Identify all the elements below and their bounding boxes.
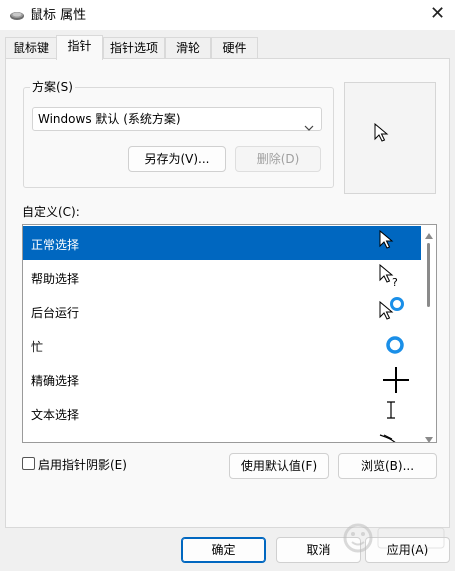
arrow-cursor-icon (379, 229, 395, 253)
pointer-shadow-checkbox[interactable] (22, 457, 35, 470)
scroll-thumb[interactable] (427, 243, 430, 307)
scroll-up-icon[interactable] (425, 228, 433, 242)
arrow-cursor-icon (374, 122, 390, 146)
scheme-group-label: 方案(S) (30, 78, 75, 95)
window-title: 鼠标 属性 (30, 8, 87, 23)
tab-strip: 鼠标键 指针 指针选项 滑轮 硬件 (0, 35, 455, 60)
tab-pointer-options[interactable]: 指针选项 (103, 37, 165, 59)
busy-cursor-icon (385, 335, 405, 358)
list-scrollbar[interactable] (422, 225, 436, 442)
tab-wheel[interactable]: 滑轮 (165, 37, 211, 59)
cursor-preview (344, 82, 436, 194)
cursor-list[interactable]: 正常选择 帮助选择 ? 后台运行 忙 精确选择 文本选择 (22, 224, 437, 443)
browse-button[interactable]: 浏览(B)... (338, 453, 437, 479)
delete-button[interactable]: 删除(D) (235, 146, 321, 172)
tab-pointers[interactable]: 指针 (56, 35, 103, 60)
text-beam-cursor-icon (386, 401, 396, 422)
tab-mouse-buttons[interactable]: 鼠标键 (5, 37, 57, 59)
chevron-down-icon (304, 116, 314, 138)
scheme-group (23, 87, 334, 188)
ok-button[interactable]: 确定 (181, 537, 266, 563)
scheme-selected-value: Windows 默认 (系统方案) (38, 112, 181, 126)
title-bar: 鼠标 属性 ✕ (0, 0, 455, 30)
use-default-button[interactable]: 使用默认值(F) (229, 453, 329, 479)
list-item[interactable]: 文本选择 (23, 396, 421, 430)
save-as-button[interactable]: 另存为(V)... (128, 146, 226, 172)
mouse-icon (9, 7, 25, 26)
list-item[interactable]: 帮助选择 ? (23, 260, 421, 294)
crosshair-cursor-icon (383, 367, 409, 396)
svg-text:?: ? (392, 276, 398, 288)
tab-hardware[interactable]: 硬件 (211, 37, 258, 59)
scheme-select[interactable]: Windows 默认 (系统方案) (32, 107, 322, 131)
watermark-logo (340, 518, 450, 561)
list-item[interactable] (23, 430, 421, 442)
list-item[interactable]: 正常选择 (23, 226, 421, 260)
list-item[interactable]: 忙 (23, 328, 421, 362)
list-item[interactable]: 后台运行 (23, 294, 421, 328)
scroll-down-icon[interactable] (425, 432, 433, 442)
close-icon: ✕ (429, 3, 446, 24)
pointer-shadow-label: 启用指针阴影(E) (38, 458, 127, 472)
close-button[interactable]: ✕ (420, 0, 455, 30)
list-item[interactable]: 精确选择 (23, 362, 421, 396)
working-in-background-cursor-icon (379, 296, 405, 327)
handwriting-cursor-icon (378, 433, 402, 442)
custom-label: 自定义(C): (22, 205, 80, 219)
help-cursor-icon: ? (379, 263, 403, 291)
